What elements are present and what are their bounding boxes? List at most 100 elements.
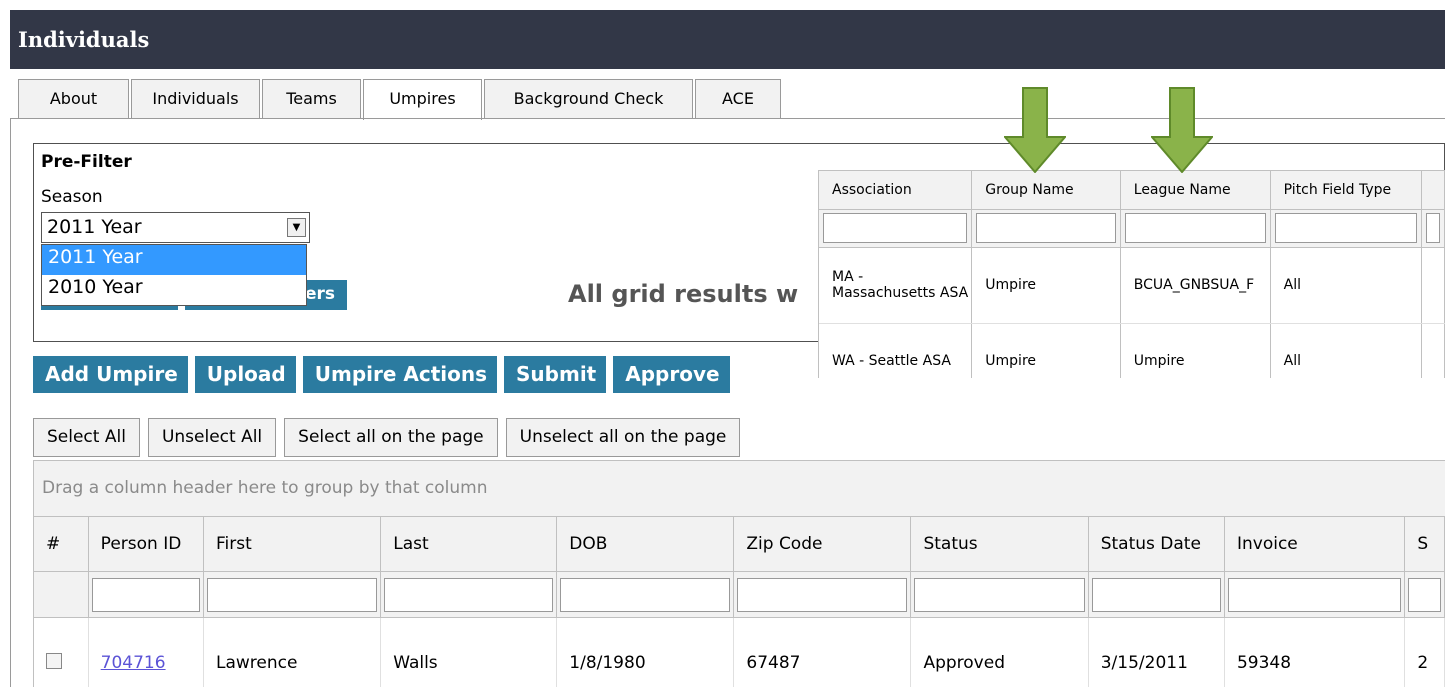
cell-first: Lawrence	[203, 617, 382, 687]
table-row[interactable]: 704716 Lawrence Walls 1/8/1980 67487 App…	[34, 617, 1445, 687]
popup-cell-league: BCUA_GNBSUA_F	[1120, 247, 1271, 324]
unselect-all-button[interactable]: Unselect All	[147, 418, 277, 457]
popup-cell-group: Umpire	[971, 323, 1121, 378]
season-option-2011[interactable]: 2011 Year	[42, 245, 306, 275]
season-selected-value: 2011 Year	[47, 216, 142, 238]
column-header-status-date[interactable]: Status Date	[1088, 517, 1225, 572]
column-header-dob[interactable]: DOB	[556, 517, 735, 572]
page-title: Individuals	[18, 27, 150, 52]
popup-filter-cell	[1120, 209, 1271, 248]
umpire-action-bar: Add Umpire Upload Umpire Actions Submit …	[33, 356, 737, 393]
association-popup-grid: Association Group Name League Name Pitch…	[818, 170, 1445, 378]
popup-filter-league-name[interactable]	[1124, 213, 1266, 243]
prefilter-clear-label: ers	[304, 284, 335, 304]
column-header-person-id[interactable]: Person ID	[88, 517, 204, 572]
popup-filter-extra[interactable]	[1426, 213, 1440, 243]
filter-status-date[interactable]	[1091, 577, 1221, 612]
popup-cell-league: Umpire	[1120, 323, 1271, 378]
season-dropdown-list: 2011 Year 2010 Year	[41, 244, 307, 306]
filter-cell	[733, 571, 912, 618]
popup-cell-association: MA - Massachusetts ASA	[819, 247, 973, 324]
popup-filter-pitch-field-type[interactable]	[1274, 213, 1418, 243]
column-header-zip-code[interactable]: Zip Code	[733, 517, 912, 572]
popup-cell-group: Umpire	[971, 247, 1121, 324]
cell-dob: 1/8/1980	[556, 617, 735, 687]
column-header-last[interactable]: Last	[380, 517, 558, 572]
umpire-grid: Drag a column header here to group by th…	[33, 460, 1445, 687]
column-header-number[interactable]: #	[34, 517, 89, 572]
filter-last[interactable]	[384, 577, 554, 612]
group-by-drop-zone[interactable]: Drag a column header here to group by th…	[34, 461, 1445, 517]
popup-header-league-name[interactable]: League Name	[1120, 171, 1271, 210]
filter-first[interactable]	[206, 577, 378, 612]
popup-cell-association: WA - Seattle ASA	[819, 323, 973, 378]
cell-invoice: 59348	[1224, 617, 1406, 687]
filter-cell-number	[34, 571, 89, 618]
select-all-button[interactable]: Select All	[33, 418, 140, 457]
column-header-invoice[interactable]: Invoice	[1224, 517, 1406, 572]
chevron-down-icon[interactable]: ▼	[287, 218, 306, 237]
tab-strip: About Individuals Teams Umpires Backgrou…	[18, 79, 783, 120]
select-all-on-page-button[interactable]: Select all on the page	[284, 418, 498, 457]
table-row[interactable]: MA - Massachusetts ASA Umpire BCUA_GNBSU…	[819, 247, 1445, 324]
filter-cell	[1224, 571, 1406, 618]
person-id-link[interactable]: 704716	[101, 653, 166, 673]
popup-filter-cell	[1421, 209, 1445, 248]
popup-cell-extra	[1421, 323, 1445, 378]
tab-about[interactable]: About	[18, 79, 129, 119]
filter-cell	[1088, 571, 1225, 618]
filter-extra[interactable]	[1408, 577, 1441, 612]
tab-background-check[interactable]: Background Check	[484, 79, 693, 119]
popup-header-pitch-field-type[interactable]: Pitch Field Type	[1270, 171, 1423, 210]
filter-cell	[203, 571, 382, 618]
grid-notice: All grid results w	[568, 280, 799, 308]
row-checkbox[interactable]	[46, 652, 62, 669]
tab-teams[interactable]: Teams	[262, 79, 361, 119]
tab-individuals[interactable]: Individuals	[131, 79, 260, 119]
popup-header-association[interactable]: Association	[819, 171, 973, 210]
cell-extra: 2	[1404, 617, 1445, 687]
column-header-first[interactable]: First	[203, 517, 382, 572]
add-umpire-button[interactable]: Add Umpire	[33, 356, 188, 393]
filter-cell	[910, 571, 1089, 618]
prefilter-title: Pre-Filter	[41, 152, 132, 172]
approve-button[interactable]: Approve	[613, 356, 730, 393]
cell-status-date: 3/15/2011	[1088, 617, 1225, 687]
filter-cell	[556, 571, 735, 618]
filter-person-id[interactable]	[91, 577, 200, 612]
umpire-actions-button[interactable]: Umpire Actions	[302, 356, 498, 393]
filter-invoice[interactable]	[1227, 577, 1402, 612]
popup-cell-pitch: All	[1270, 247, 1423, 324]
filter-cell	[1404, 571, 1445, 618]
cell-zip: 67487	[733, 617, 912, 687]
table-row[interactable]: WA - Seattle ASA Umpire Umpire All	[819, 323, 1445, 378]
popup-header-extra	[1421, 171, 1445, 210]
popup-header-group-name[interactable]: Group Name	[971, 171, 1121, 210]
filter-zip-code[interactable]	[737, 577, 908, 612]
tab-umpires[interactable]: Umpires	[363, 79, 482, 120]
arrow-down-icon	[1004, 87, 1066, 173]
popup-cell-pitch: All	[1270, 323, 1423, 378]
popup-filter-association[interactable]	[823, 213, 968, 243]
upload-button[interactable]: Upload	[194, 356, 296, 393]
cell-status: Approved	[910, 617, 1089, 687]
filter-cell	[380, 571, 558, 618]
cell-person-id: 704716	[88, 617, 204, 687]
arrow-down-icon	[1151, 87, 1213, 173]
row-checkbox-cell	[34, 617, 89, 687]
season-option-2010[interactable]: 2010 Year	[42, 275, 306, 305]
page-title-bar: Individuals	[10, 10, 1445, 69]
column-header-status[interactable]: Status	[910, 517, 1089, 572]
season-label: Season	[41, 187, 103, 207]
submit-button[interactable]: Submit	[504, 356, 607, 393]
tab-ace[interactable]: ACE	[695, 79, 781, 119]
popup-filter-cell	[1270, 209, 1423, 248]
column-header-extra[interactable]: S	[1404, 517, 1445, 572]
filter-status[interactable]	[914, 577, 1085, 612]
filter-cell	[88, 571, 204, 618]
popup-cell-extra	[1421, 247, 1445, 324]
filter-dob[interactable]	[560, 577, 731, 612]
season-select[interactable]: 2011 Year ▼	[41, 212, 310, 243]
popup-filter-group-name[interactable]	[976, 213, 1116, 243]
unselect-all-on-page-button[interactable]: Unselect all on the page	[505, 418, 741, 457]
